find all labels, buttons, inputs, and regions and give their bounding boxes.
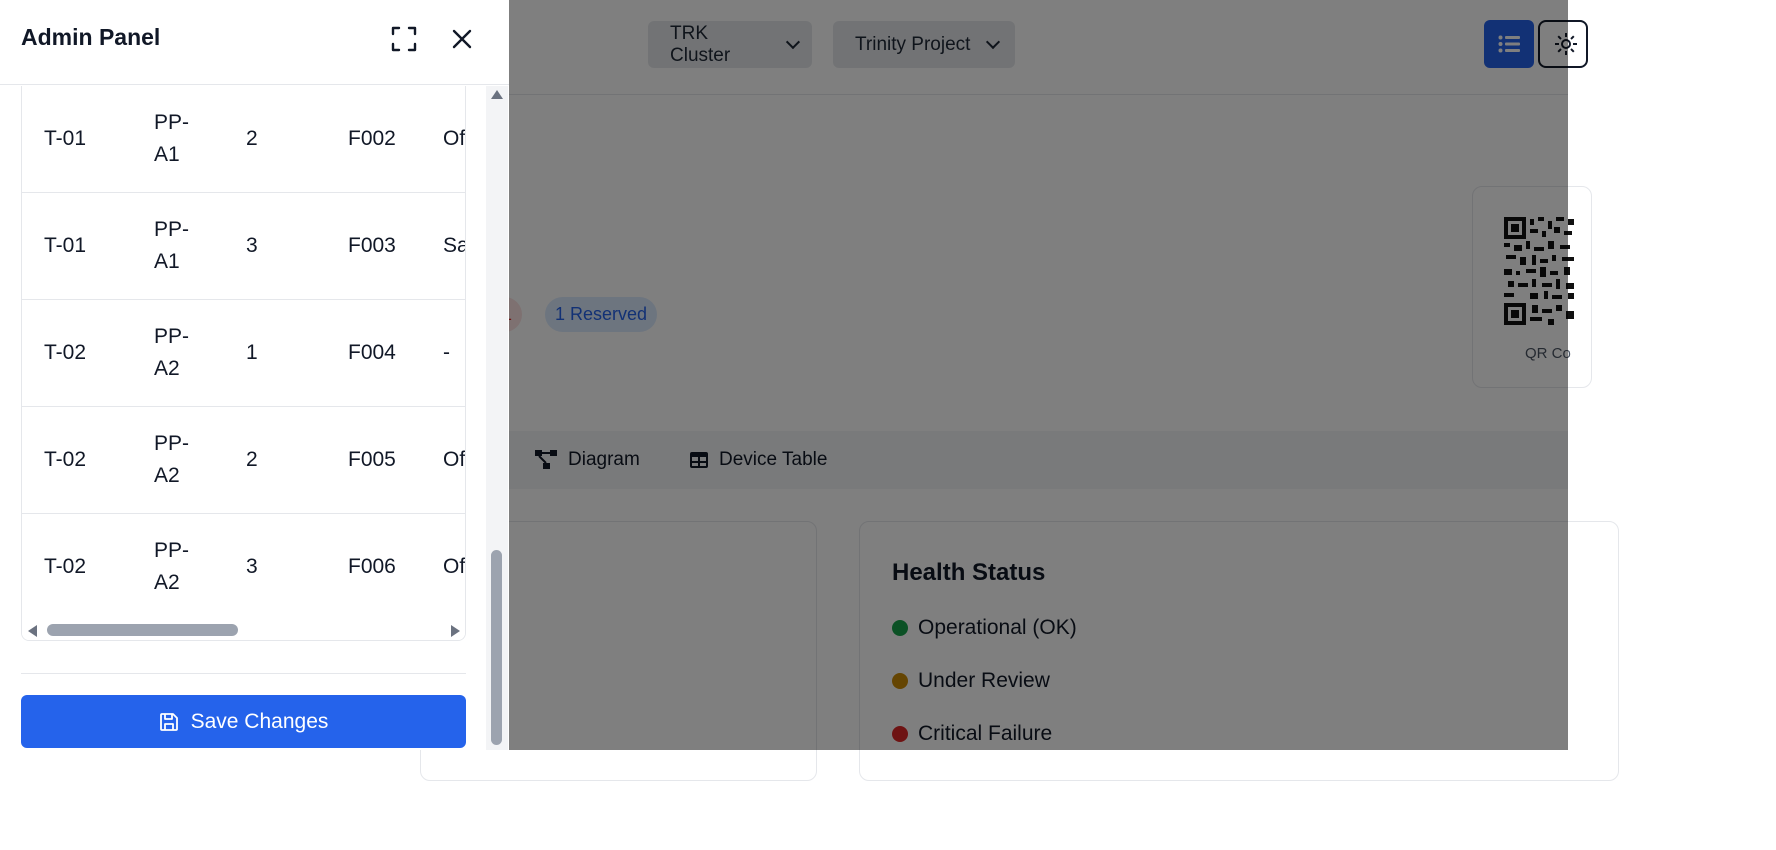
cell-fiber: F003 [348, 234, 396, 257]
table-body: T-01 PP-A1 2 F002 Of 20 T-01 PP-A1 3 F00… [22, 86, 466, 621]
cell-note: Of 20 [443, 555, 466, 578]
cell-panel: PP-A2 [154, 432, 190, 487]
cell-note: Sa re [443, 234, 465, 257]
cell-port: 2 [246, 448, 258, 471]
cell-fiber: F002 [348, 127, 396, 150]
horizontal-scroll-thumb[interactable] [47, 624, 238, 636]
table-row: T-02 PP-A2 1 F004 - [22, 300, 465, 407]
cell-note: - [443, 341, 450, 364]
drawer-header: Admin Panel [0, 0, 509, 85]
close-button[interactable] [447, 24, 477, 54]
cell-tray: T-01 [44, 234, 87, 257]
fullscreen-button[interactable] [389, 24, 419, 54]
footer-divider [21, 673, 466, 674]
cell-tray: T-02 [44, 448, 87, 471]
drawer-title: Admin Panel [21, 24, 161, 50]
vertical-scrollbar[interactable] [486, 86, 508, 750]
cell-fiber: F004 [348, 341, 396, 364]
cell-port: 2 [246, 127, 258, 150]
cell-port: 3 [246, 234, 258, 257]
scroll-left-arrow-icon[interactable] [28, 625, 37, 637]
cell-tray: T-02 [44, 341, 87, 364]
cell-tray: T-01 [44, 127, 87, 150]
table-row: T-02 PP-A2 3 F006 Of 20 [22, 514, 466, 621]
cell-panel: PP-A2 [154, 539, 190, 594]
cell-panel: PP-A1 [154, 111, 190, 166]
table-row: T-01 PP-A1 3 F003 Sa re [22, 193, 465, 300]
patch-table: T-01 PP-A1 2 F002 Of 20 T-01 PP-A1 3 F00… [21, 86, 466, 641]
horizontal-scrollbar[interactable] [22, 622, 465, 640]
cell-note: Of 20 [443, 448, 466, 471]
table-row: T-01 PP-A1 2 F002 Of 20 [22, 86, 466, 193]
cell-note: Of 20 [443, 127, 466, 150]
cell-fiber: F005 [348, 448, 396, 471]
cell-tray: T-02 [44, 555, 87, 578]
vertical-scroll-thumb[interactable] [491, 550, 502, 745]
cell-panel: PP-A1 [154, 218, 190, 273]
save-changes-label: Save Changes [190, 709, 329, 733]
save-changes-button[interactable]: Save Changes [21, 695, 466, 748]
admin-panel-drawer: Admin Panel T-01 PP-A1 2 F002 Of 20 T-01… [0, 0, 509, 750]
close-icon [452, 29, 472, 49]
expand-icon [391, 26, 417, 52]
cell-fiber: F006 [348, 555, 396, 578]
cell-port: 3 [246, 555, 258, 578]
scroll-right-arrow-icon[interactable] [451, 625, 460, 637]
cell-panel: PP-A2 [154, 325, 190, 380]
save-icon [159, 712, 178, 731]
cell-port: 1 [246, 341, 258, 364]
scroll-up-arrow-icon[interactable] [491, 90, 503, 99]
table-row: T-02 PP-A2 2 F005 Of 20 [22, 407, 466, 514]
